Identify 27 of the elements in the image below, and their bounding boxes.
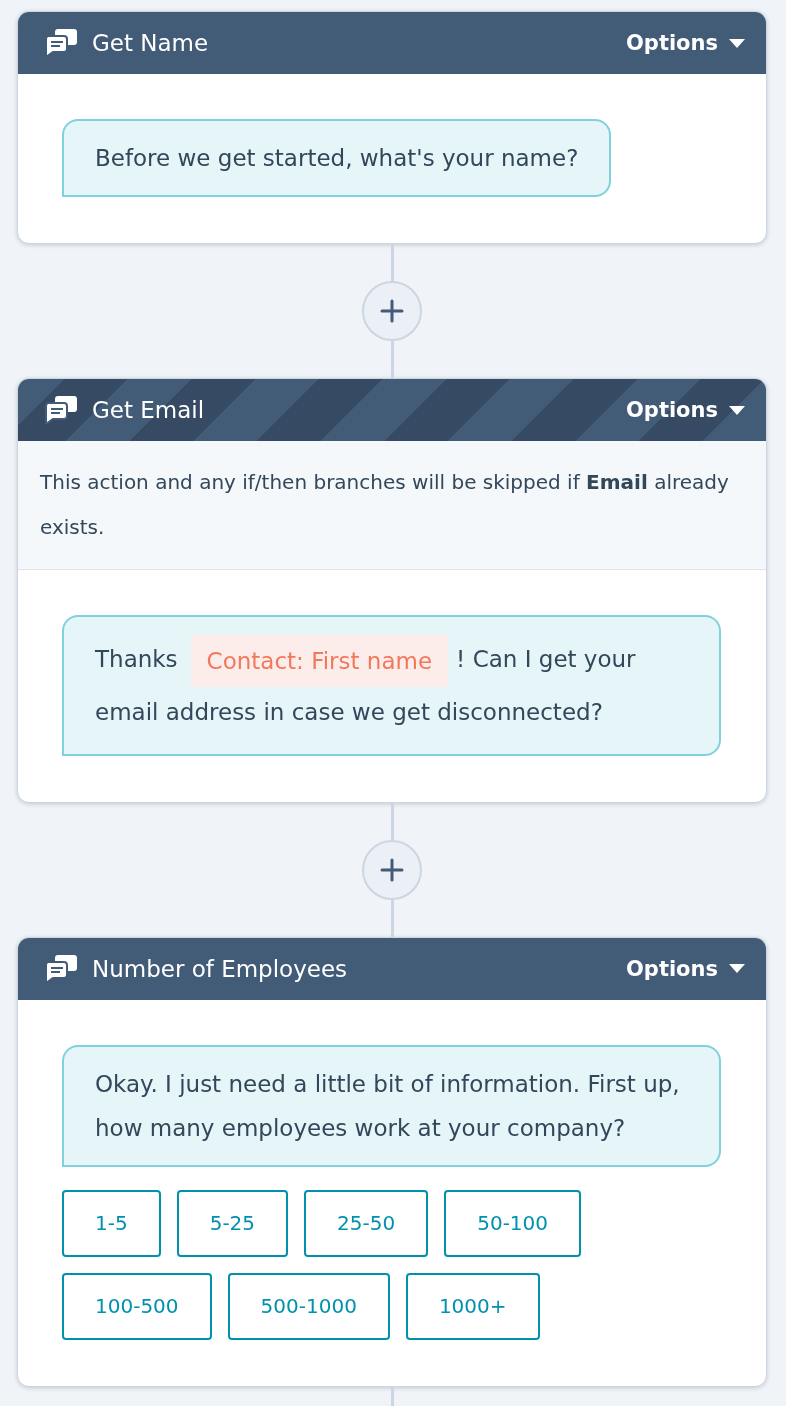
caret-icon (729, 964, 745, 973)
choice-button[interactable]: 500-1000 (227, 1272, 390, 1340)
options-button[interactable]: Options (626, 31, 745, 55)
choice-button[interactable]: 1000+ (405, 1272, 540, 1340)
chat-bubbles-icon (45, 396, 77, 424)
choice-button[interactable]: 25-50 (304, 1189, 429, 1257)
contact-token: Contact: First name (190, 634, 449, 687)
choice-button[interactable]: 5-25 (176, 1189, 289, 1257)
step-title: Get Email (92, 397, 205, 423)
chat-bubbles-icon (45, 29, 77, 57)
message-text: Thanks Contact: First name ! Can I get your email address in case we get disconnected? (95, 634, 688, 737)
chat-bubbles-icon (45, 954, 77, 983)
plus-icon (380, 299, 404, 323)
options-button[interactable]: Options (626, 398, 745, 422)
message-text: Okay. I just need a little bit of information. First up, how many employees work at your company? (95, 1069, 681, 1143)
choice-button[interactable]: 50-100 (444, 1189, 582, 1257)
options-button[interactable]: Options (626, 956, 745, 981)
choice-button[interactable]: 1-5 (62, 1189, 161, 1257)
plus-icon (380, 857, 404, 882)
caret-icon (729, 38, 745, 48)
caret-icon (729, 405, 745, 415)
step-title: Get Name (92, 30, 209, 56)
message-text: Before we get started, what's your name? (95, 144, 579, 173)
step-title: Number of Employees (92, 955, 348, 982)
notice-text: This action and any if/then branches will be skipped if Email already exists. (40, 469, 730, 541)
add-step-button[interactable] (362, 281, 422, 341)
choice-button[interactable]: 100-500 (62, 1272, 212, 1340)
